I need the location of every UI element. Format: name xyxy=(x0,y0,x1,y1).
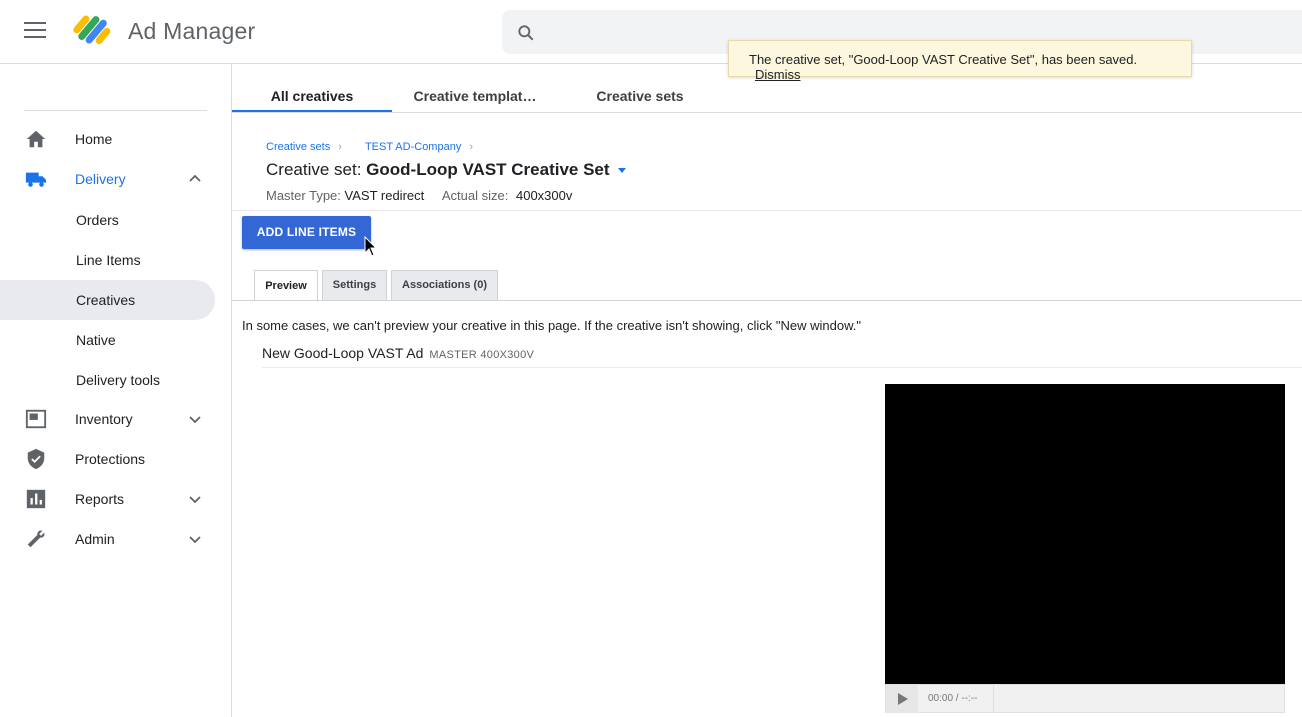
hamburger-menu-icon[interactable] xyxy=(24,22,46,42)
breadcrumb-separator: › xyxy=(469,141,473,153)
sidebar-item-native[interactable]: Native xyxy=(0,320,215,360)
mouse-cursor-icon xyxy=(364,236,378,257)
play-icon[interactable] xyxy=(886,685,918,713)
sidebar-item-delivery[interactable]: Delivery xyxy=(0,159,215,199)
breadcrumb-separator: › xyxy=(338,141,342,153)
sidebar-item-home[interactable]: Home xyxy=(0,119,215,159)
sidebar: Home Delivery Orders Line Items Creative… xyxy=(0,64,232,717)
chevron-down-icon[interactable] xyxy=(187,491,203,507)
tab-preview[interactable]: Preview xyxy=(254,270,318,302)
sidebar-item-reports[interactable]: Reports xyxy=(0,479,215,519)
tab-settings[interactable]: Settings xyxy=(322,270,387,301)
sidebar-item-label: Delivery xyxy=(75,171,126,187)
chevron-up-icon[interactable] xyxy=(187,171,203,187)
wrench-icon xyxy=(27,530,45,548)
sidebar-item-label: Admin xyxy=(75,531,115,547)
sidebar-item-label: Line Items xyxy=(76,252,141,268)
video-preview[interactable] xyxy=(885,384,1285,684)
creative-name: New Good-Loop VAST Ad MASTER 400X300V xyxy=(262,345,534,361)
sidebar-item-label: Creatives xyxy=(76,292,136,308)
divider xyxy=(232,210,1302,211)
breadcrumb: Creative sets › TEST AD-Company › xyxy=(266,141,481,153)
actual-size-value: 400x300v xyxy=(515,188,573,203)
sidebar-item-delivery-tools[interactable]: Delivery tools xyxy=(0,360,215,400)
preview-info-text: In some cases, we can't preview your cre… xyxy=(242,318,861,333)
truck-icon xyxy=(25,172,47,187)
title-prefix: Creative set: xyxy=(266,160,362,179)
chevron-down-icon[interactable] xyxy=(187,531,203,547)
ad-manager-logo xyxy=(73,15,111,45)
sidebar-item-creatives[interactable]: Creatives xyxy=(0,280,215,320)
tab-creative-templates[interactable]: Creative templat… xyxy=(408,64,542,112)
sidebar-item-label: Protections xyxy=(75,451,146,467)
caret-down-icon[interactable] xyxy=(617,168,626,174)
creative-title: New Good-Loop VAST Ad xyxy=(262,345,424,361)
sidebar-item-label: Delivery tools xyxy=(76,372,161,388)
sidebar-item-label: Native xyxy=(76,332,116,348)
master-type-label: Master Type: xyxy=(266,188,341,203)
actual-size-label: Actual size: xyxy=(441,188,509,203)
sidebar-item-admin[interactable]: Admin xyxy=(0,519,215,559)
sidebar-item-protections[interactable]: Protections xyxy=(0,439,215,479)
sidebar-item-line-items[interactable]: Line Items xyxy=(0,240,215,280)
controls-divider xyxy=(993,685,994,713)
shield-icon xyxy=(27,448,45,470)
sidebar-item-label: Orders xyxy=(76,212,119,228)
sidebar-item-inventory[interactable]: Inventory xyxy=(0,399,215,439)
video-time: 00:00 / --:-- xyxy=(928,693,978,704)
bar-chart-icon xyxy=(26,489,46,509)
creative-set-name: Good-Loop VAST Creative Set xyxy=(366,160,610,179)
sidebar-item-orders[interactable]: Orders xyxy=(0,200,215,240)
creative-divider xyxy=(262,367,1302,368)
add-line-items-button[interactable]: ADD LINE ITEMS xyxy=(242,216,371,249)
creative-set-meta: Master Type: VAST redirect Actual size: … xyxy=(266,188,572,203)
video-controls: 00:00 / --:-- xyxy=(885,684,1285,713)
chevron-down-icon[interactable] xyxy=(187,411,203,427)
sidebar-item-label: Reports xyxy=(75,491,125,507)
main-content: All creatives Creative templat… Creative… xyxy=(232,64,1302,717)
creative-tabs: All creatives Creative templat… Creative… xyxy=(232,64,1302,113)
home-icon xyxy=(26,130,46,148)
master-type-value: VAST redirect xyxy=(344,188,425,203)
tab-associations[interactable]: Associations (0) xyxy=(391,270,498,301)
sidebar-item-label: Inventory xyxy=(75,411,133,427)
app-title: Ad Manager xyxy=(128,18,256,44)
page-title: Creative set: Good-Loop VAST Creative Se… xyxy=(266,160,626,180)
creative-size-tag: MASTER 400X300V xyxy=(429,349,535,361)
tabs-divider xyxy=(232,300,1302,301)
tab-all-creatives[interactable]: All creatives xyxy=(232,64,392,112)
tab-creative-sets[interactable]: Creative sets xyxy=(584,64,696,112)
sidebar-divider xyxy=(24,110,207,111)
breadcrumb-creative-sets[interactable]: Creative sets xyxy=(266,141,330,153)
breadcrumb-company[interactable]: TEST AD-Company xyxy=(365,141,461,153)
sidebar-item-label: Home xyxy=(75,131,113,147)
inventory-icon xyxy=(25,409,47,429)
search-icon[interactable] xyxy=(516,23,536,43)
